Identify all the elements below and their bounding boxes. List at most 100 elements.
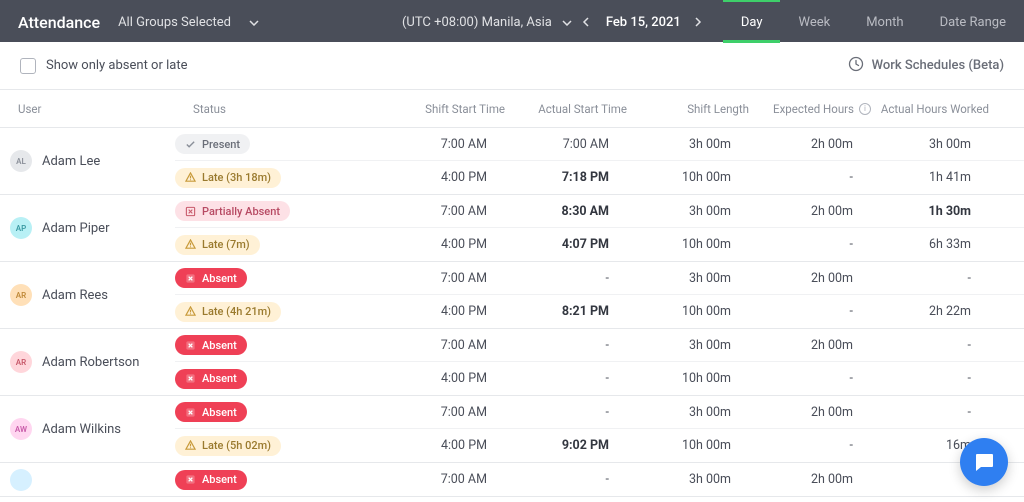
timezone-label: (UTC +08:00) Manila, Asia [402,15,552,30]
work-schedules-link[interactable]: Work Schedules (Beta) [848,56,1004,76]
user-cell[interactable]: AP Adam Piper [0,195,175,261]
status-badge-absent: Absent [175,335,247,355]
info-icon[interactable]: i [859,103,871,115]
col-shift-length[interactable]: Shift Length [627,102,749,116]
col-status[interactable]: Status [193,102,383,116]
cell-status: Late (4h 21m) [175,302,365,322]
cell-shift-start: 7:00 AM [365,472,487,487]
user-name: Adam Piper [42,221,109,236]
shifts: Absent 7:00 AM - 3h 00m 2h 00m - Absent … [175,329,1024,395]
timezone-dropdown[interactable]: (UTC +08:00) Manila, Asia [402,15,572,30]
cell-expected-hours: 2h 00m [731,137,853,152]
cell-actual-start: 4:07 PM [487,237,609,252]
cell-status: Present [175,134,365,154]
user-cell[interactable]: AR Adam Robertson [0,329,175,395]
status-badge-late: Late (5h 02m) [175,436,281,456]
cell-expected-hours: - [731,304,853,319]
range-tabs: Day Week Month Date Range [723,1,1024,43]
cell-shift-start: 4:00 PM [365,304,487,319]
cell-shift-length: 10h 00m [609,371,731,386]
tab-date-range[interactable]: Date Range [922,1,1024,43]
cell-actual-hours: - [853,338,971,353]
date-picker: Feb 15, 2021 [572,15,715,30]
avatar: AW [10,418,32,440]
col-expected-hours[interactable]: Expected Hoursi [749,102,871,116]
cell-shift-length: 10h 00m [609,237,731,252]
col-shift-start[interactable]: Shift Start Time [383,102,505,116]
cell-expected-hours: 2h 00m [731,271,853,286]
cell-actual-hours: 16m [853,438,971,453]
status-badge-late: Late (4h 21m) [175,302,281,322]
filter-bar: Show only absent or late Work Schedules … [0,42,1024,90]
tab-day[interactable]: Day [723,1,781,43]
shifts: Partially Absent 7:00 AM 8:30 AM 3h 00m … [175,195,1024,261]
user-row: AW Adam Wilkins Absent 7:00 AM - 3h 00m … [0,396,1024,463]
avatar: AL [10,150,32,172]
cell-shift-start: 4:00 PM [365,170,487,185]
tab-week[interactable]: Week [780,1,848,43]
status-badge-late: Late (7m) [175,235,260,255]
prev-date-button[interactable] [582,17,592,27]
cell-shift-start: 4:00 PM [365,438,487,453]
shift-row: Late (3h 18m) 4:00 PM 7:18 PM 10h 00m - … [175,161,1024,194]
page-title: Attendance [0,13,118,32]
cell-shift-length: 3h 00m [609,137,731,152]
cell-shift-length: 3h 00m [609,472,731,487]
cell-status: Absent [175,402,365,422]
cell-actual-start: 7:00 AM [487,137,609,152]
cell-actual-start: - [487,271,609,286]
cell-shift-start: 7:00 AM [365,204,487,219]
table-body[interactable]: AL Adam Lee Present 7:00 AM 7:00 AM 3h 0… [0,128,1024,502]
cell-shift-length: 10h 00m [609,170,731,185]
avatar: AR [10,284,32,306]
status-badge-partial: Partially Absent [175,201,290,221]
cell-expected-hours: - [731,237,853,252]
col-actual-start[interactable]: Actual Start Time [505,102,627,116]
next-date-button[interactable] [695,17,705,27]
cell-expected-hours: - [731,371,853,386]
cell-status: Absent [175,268,365,288]
chat-button[interactable] [960,438,1008,486]
absent-late-checkbox[interactable] [20,58,36,74]
cell-expected-hours: 2h 00m [731,472,853,487]
cell-status: Late (5h 02m) [175,436,365,456]
cell-actual-start: 8:21 PM [487,304,609,319]
shifts: Present 7:00 AM 7:00 AM 3h 00m 2h 00m 3h… [175,128,1024,194]
tab-month[interactable]: Month [848,1,921,43]
cell-expected-hours: 2h 00m [731,405,853,420]
cell-expected-hours: 2h 00m [731,338,853,353]
cell-status: Late (3h 18m) [175,168,365,188]
user-cell[interactable]: AR Adam Rees [0,262,175,328]
cell-shift-length: 10h 00m [609,304,731,319]
group-filter-dropdown[interactable]: All Groups Selected [118,15,259,30]
status-badge-absent: Absent [175,268,247,288]
col-actual-hours[interactable]: Actual Hours Worked [871,102,989,116]
user-cell[interactable]: AW Adam Wilkins [0,396,175,462]
top-bar: Attendance All Groups Selected (UTC +08:… [0,0,1024,42]
cell-status: Absent [175,470,365,490]
current-date[interactable]: Feb 15, 2021 [606,15,681,30]
cell-status: Partially Absent [175,201,365,221]
cell-actual-start: 7:18 PM [487,170,609,185]
shift-row: Late (5h 02m) 4:00 PM 9:02 PM 10h 00m - … [175,429,1024,462]
user-cell[interactable]: AL Adam Lee [0,128,175,194]
col-user[interactable]: User [18,102,193,116]
cell-actual-hours: 1h 30m [853,204,971,219]
avatar: AR [10,351,32,373]
user-cell[interactable] [0,463,175,496]
shifts: Absent 7:00 AM - 3h 00m 2h 00m - Late (5… [175,396,1024,462]
cell-shift-start: 7:00 AM [365,338,487,353]
cell-shift-length: 3h 00m [609,405,731,420]
cell-shift-start: 4:00 PM [365,371,487,386]
user-row: AL Adam Lee Present 7:00 AM 7:00 AM 3h 0… [0,128,1024,195]
chat-icon [972,450,996,474]
user-name: Adam Robertson [42,355,139,370]
user-row: AR Adam Rees Absent 7:00 AM - 3h 00m 2h … [0,262,1024,329]
cell-shift-length: 3h 00m [609,271,731,286]
shift-row: Absent 7:00 AM - 3h 00m 2h 00m - [175,396,1024,429]
shift-row: Late (7m) 4:00 PM 4:07 PM 10h 00m - 6h 3… [175,228,1024,261]
status-badge-absent: Absent [175,402,247,422]
cell-shift-start: 7:00 AM [365,137,487,152]
cell-actual-hours: 3h 00m [853,137,971,152]
cell-status: Absent [175,369,365,389]
